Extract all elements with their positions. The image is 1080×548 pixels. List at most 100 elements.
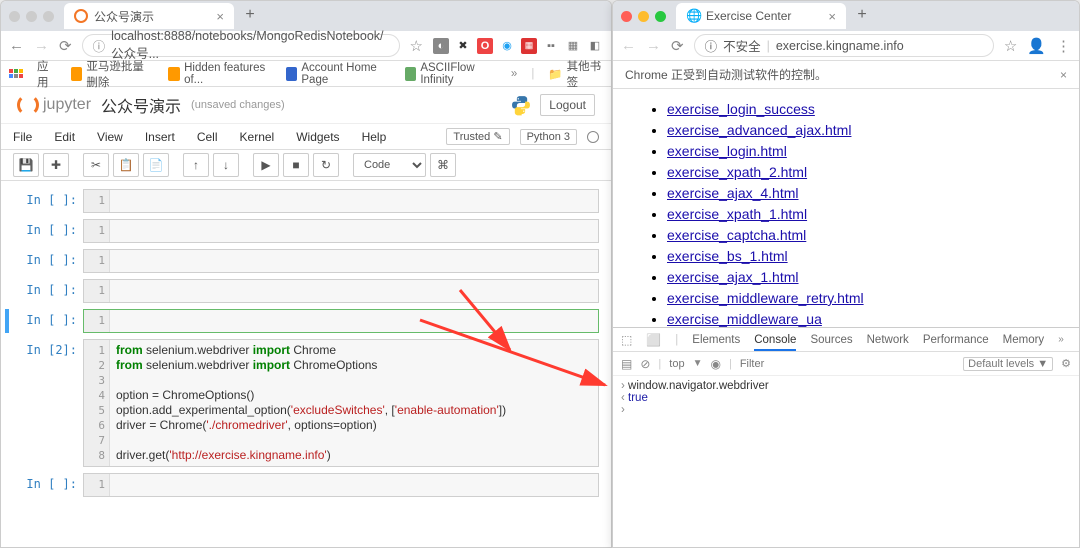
console-output[interactable]: › window.navigator.webdriver ‹ true ›	[613, 376, 1079, 547]
copy-button[interactable]: 📋	[113, 153, 139, 177]
chevron-right-icon[interactable]: »	[1058, 334, 1064, 345]
jupyter-logo[interactable]: jupyter	[17, 94, 91, 116]
notebook-area[interactable]: In [ ]:1 In [ ]:1 In [ ]:1 In [ ]:1 In [ ]:1…	[1, 181, 611, 548]
max-dot[interactable]	[43, 11, 54, 22]
move-down-button[interactable]: ↓	[213, 153, 239, 177]
notebook-title[interactable]: 公众号演示	[101, 93, 181, 117]
new-tab-button[interactable]: +	[240, 6, 260, 26]
other-bookmarks[interactable]: 📁其他书签	[548, 58, 603, 90]
bookmark-item[interactable]: Account Home Page	[286, 62, 391, 86]
device-icon[interactable]: ⬜	[646, 333, 661, 347]
exercise-link[interactable]: exercise_middleware_ua	[667, 311, 822, 327]
min-dot[interactable]	[26, 11, 37, 22]
exercise-link[interactable]: exercise_xpath_1.html	[667, 206, 807, 222]
menu-help[interactable]: Help	[362, 130, 387, 144]
close-icon[interactable]: ×	[216, 9, 224, 24]
menu-cell[interactable]: Cell	[197, 130, 218, 144]
kernel-selector[interactable]: Python 3	[520, 129, 577, 145]
menu-widgets[interactable]: Widgets	[296, 130, 339, 144]
code-cell[interactable]: In [ ]:1	[13, 279, 599, 303]
chevron-right-icon[interactable]: »	[511, 68, 517, 80]
exercise-link[interactable]: exercise_advanced_ajax.html	[667, 122, 851, 138]
devtools-tab-sources[interactable]: Sources	[810, 334, 852, 346]
min-dot[interactable]	[638, 11, 649, 22]
paste-button[interactable]: 📄	[143, 153, 169, 177]
sidebar-toggle-icon[interactable]: ▤	[621, 357, 632, 371]
ext-icon[interactable]: O	[477, 38, 493, 54]
exercise-link[interactable]: exercise_login.html	[667, 143, 787, 159]
code-editor[interactable]	[110, 310, 598, 332]
context-select[interactable]: top	[669, 358, 684, 370]
url-field[interactable]: ⓘ 不安全 | exercise.kingname.info	[694, 34, 994, 57]
exercise-link[interactable]: exercise_captcha.html	[667, 227, 806, 243]
gear-icon[interactable]: ⚙	[1061, 357, 1071, 370]
exercise-link[interactable]: exercise_xpath_2.html	[667, 164, 807, 180]
code-editor[interactable]	[110, 190, 598, 212]
command-palette-button[interactable]: ⌘	[430, 153, 456, 177]
code-editor[interactable]: from selenium.webdriver import Chrome fr…	[110, 340, 598, 466]
run-button[interactable]: ▶	[253, 153, 279, 177]
ext-icon[interactable]: ◐	[433, 38, 449, 54]
menu-edit[interactable]: Edit	[54, 130, 75, 144]
browser-tab[interactable]: 🌐 Exercise Center ×	[676, 3, 846, 29]
ext-icon[interactable]: ▦	[565, 38, 581, 54]
inspect-icon[interactable]: ⬚	[621, 333, 632, 347]
back-icon[interactable]: ←	[621, 37, 636, 54]
exercise-link[interactable]: exercise_ajax_1.html	[667, 269, 799, 285]
devtools-tab-elements[interactable]: Elements	[692, 334, 740, 346]
ext-icon[interactable]: ✖	[455, 38, 471, 54]
exercise-link[interactable]: exercise_login_success	[667, 101, 815, 117]
ext-icon[interactable]: ◉	[499, 38, 515, 54]
code-cell[interactable]: In [ ]:1	[13, 219, 599, 243]
close-dot[interactable]	[9, 11, 20, 22]
ext-icon[interactable]: ◧	[587, 38, 603, 54]
code-editor[interactable]	[110, 220, 598, 242]
close-icon[interactable]: ×	[828, 9, 836, 24]
back-icon[interactable]: ←	[9, 37, 24, 54]
profile-icon[interactable]: 👤	[1027, 37, 1046, 55]
ext-icon[interactable]: ▦	[521, 38, 537, 54]
star-icon[interactable]: ☆	[410, 37, 423, 55]
bookmark-item[interactable]: ASCIIFlow Infinity	[405, 62, 497, 86]
menu-file[interactable]: File	[13, 130, 32, 144]
cut-button[interactable]: ✂	[83, 153, 109, 177]
reload-icon[interactable]: ⟳	[59, 37, 72, 55]
menu-insert[interactable]: Insert	[145, 130, 175, 144]
trusted-badge[interactable]: Trusted ✎	[446, 128, 509, 145]
logout-button[interactable]: Logout	[540, 94, 595, 116]
close-icon[interactable]: ×	[1060, 68, 1067, 82]
star-icon[interactable]: ☆	[1004, 37, 1017, 55]
code-cell[interactable]: In [ ]:1	[13, 189, 599, 213]
new-tab-button[interactable]: +	[852, 6, 872, 26]
restart-button[interactable]: ↻	[313, 153, 339, 177]
menu-view[interactable]: View	[97, 130, 123, 144]
add-cell-button[interactable]: ✚	[43, 153, 69, 177]
devtools-tab-console[interactable]: Console	[754, 334, 796, 351]
move-up-button[interactable]: ↑	[183, 153, 209, 177]
max-dot[interactable]	[655, 11, 666, 22]
bookmark-item[interactable]: Hidden features of...	[168, 62, 271, 86]
reload-icon[interactable]: ⟳	[671, 37, 684, 55]
code-editor[interactable]	[110, 280, 598, 302]
cell-type-select[interactable]: Code	[353, 153, 426, 177]
bookmark-item[interactable]: 亚马逊批量删除	[71, 58, 155, 90]
code-cell[interactable]: In [ ]:1	[13, 473, 599, 497]
forward-icon[interactable]: →	[34, 37, 49, 54]
code-cell[interactable]: In [ ]:1	[13, 249, 599, 273]
forward-icon[interactable]: →	[646, 37, 661, 54]
devtools-tab-performance[interactable]: Performance	[923, 334, 989, 346]
devtools-tab-memory[interactable]: Memory	[1003, 334, 1045, 346]
exercise-link[interactable]: exercise_ajax_4.html	[667, 185, 799, 201]
filter-input[interactable]	[740, 358, 955, 370]
exercise-link[interactable]: exercise_middleware_retry.html	[667, 290, 864, 306]
browser-tab[interactable]: 公众号演示 ×	[64, 3, 234, 29]
exercise-link[interactable]: exercise_bs_1.html	[667, 248, 788, 264]
code-cell[interactable]: In [ ]:1	[13, 309, 599, 333]
traffic-lights[interactable]	[621, 11, 666, 22]
menu-kernel[interactable]: Kernel	[240, 130, 275, 144]
close-dot[interactable]	[621, 11, 632, 22]
traffic-lights[interactable]	[9, 11, 54, 22]
devtools-tab-network[interactable]: Network	[867, 334, 909, 346]
eye-icon[interactable]: ◉	[710, 357, 720, 371]
menu-icon[interactable]: ⋮	[1056, 37, 1071, 55]
